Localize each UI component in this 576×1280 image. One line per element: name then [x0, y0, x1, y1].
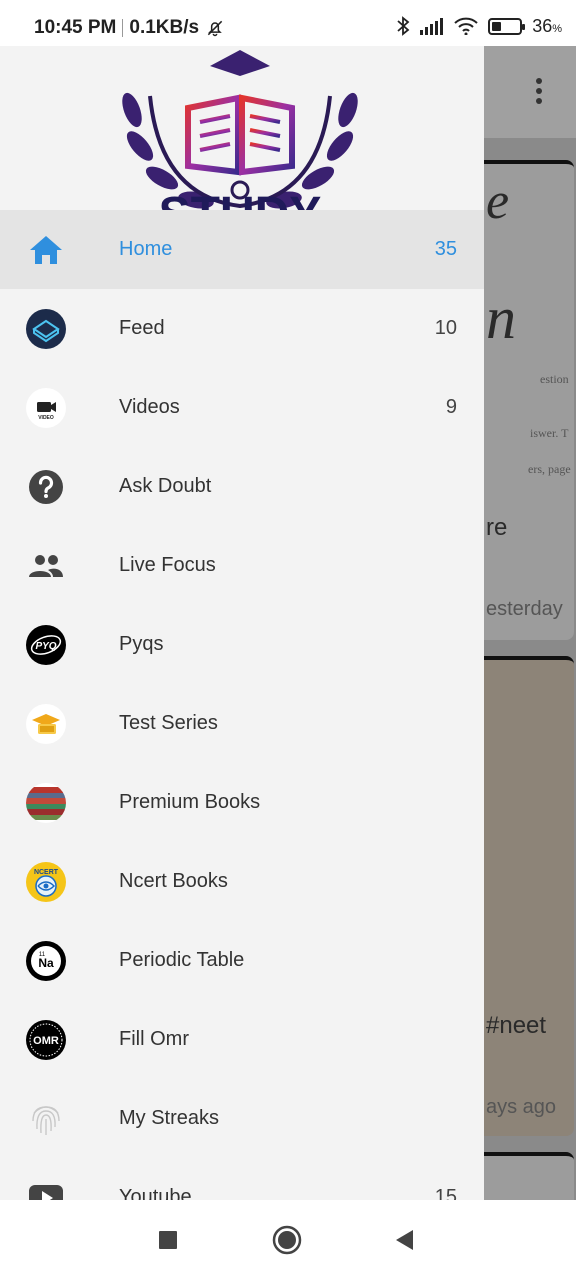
menu-label: Feed: [119, 317, 165, 339]
menu-item-live-focus[interactable]: Live Focus: [0, 526, 484, 605]
drawer-header: STUDY: [0, 46, 484, 210]
status-time: 10:45 PM: [34, 17, 117, 38]
menu-label: Videos: [119, 396, 180, 418]
battery-percent: 36%: [532, 15, 562, 36]
books-icon: [25, 782, 67, 824]
background-text: ays ago: [486, 1096, 557, 1118]
menu-item-my-streaks[interactable]: My Streaks: [0, 1079, 484, 1158]
feed-icon: [25, 308, 67, 350]
back-triangle-icon: [396, 1230, 413, 1250]
menu-item-periodic-table[interactable]: 11 Na Periodic Table: [0, 921, 484, 1000]
menu-label: Youtube: [119, 1186, 192, 1200]
menu-label: Fill Omr: [119, 1028, 189, 1050]
back-button[interactable]: [386, 1222, 422, 1258]
logo-text: STUDY: [159, 188, 322, 210]
drawer-menu: Home 35 Feed 10 VIDEO Videos 9 Ask Doubt…: [0, 210, 484, 1200]
menu-item-videos[interactable]: VIDEO Videos 9: [0, 368, 484, 447]
status-left: 10:45 PM 0.1KB/s: [34, 17, 225, 39]
menu-label: Test Series: [119, 712, 218, 734]
wifi-icon: [454, 17, 478, 35]
menu-label: Ask Doubt: [119, 475, 212, 497]
video-icon-text: VIDEO: [38, 415, 54, 421]
menu-label: Pyqs: [119, 633, 164, 655]
menu-count: 15: [434, 1186, 457, 1200]
omr-icon-text: OMR: [33, 1035, 59, 1047]
fingerprint-icon: [25, 1098, 67, 1140]
bell-off-icon: [207, 20, 223, 37]
menu-item-ncert-books[interactable]: NCERT Ncert Books: [0, 842, 484, 921]
ncert-icon: NCERT: [25, 861, 67, 903]
menu-label: Premium Books: [119, 791, 261, 813]
youtube-icon: [25, 1177, 67, 1200]
menu-item-youtube[interactable]: Youtube 15: [0, 1158, 484, 1200]
menu-item-feed[interactable]: Feed 10: [0, 289, 484, 368]
recents-button[interactable]: [150, 1222, 186, 1258]
periodic-icon-symbol: Na: [38, 956, 54, 970]
background-text: iswer. T: [530, 426, 569, 440]
menu-label: Home: [119, 238, 173, 260]
background-text: ers, page: [528, 462, 571, 476]
menu-count: 9: [445, 396, 457, 418]
people-icon: [25, 545, 67, 587]
pyq-icon: PYQ: [25, 624, 67, 666]
menu-label: Ncert Books: [119, 870, 228, 892]
background-toolbar: [484, 46, 576, 138]
video-icon: VIDEO: [25, 387, 67, 429]
background-card-1: [470, 160, 574, 640]
menu-item-premium-books[interactable]: Premium Books: [0, 763, 484, 842]
background-text: e: [486, 173, 510, 230]
background-text: n: [486, 285, 516, 351]
system-nav-bar: [0, 1200, 576, 1280]
menu-label: Periodic Table: [119, 949, 245, 971]
home-icon: [25, 229, 67, 271]
app-logo: STUDY: [122, 50, 358, 210]
menu-label: Live Focus: [119, 554, 216, 576]
menu-label: My Streaks: [119, 1107, 220, 1129]
background-text: estion: [540, 372, 569, 386]
navigation-drawer: STUDY Home 35 Feed 10 VIDEO Videos 9 Ask…: [0, 46, 484, 1200]
menu-item-pyqs[interactable]: PYQ Pyqs: [0, 605, 484, 684]
test-series-icon: [25, 703, 67, 745]
menu-count: 10: [434, 317, 457, 339]
bluetooth-icon: [397, 16, 410, 36]
battery-icon: [488, 17, 526, 35]
more-options-icon: [536, 78, 542, 104]
menu-item-fill-omr[interactable]: OMR Fill Omr: [0, 1000, 484, 1079]
pyq-icon-text: PYQ: [35, 641, 56, 652]
ncert-icon-text: NCERT: [34, 869, 59, 876]
signal-icon: [420, 18, 444, 35]
background-text: esterday: [486, 598, 563, 620]
background-text: re: [486, 514, 508, 541]
status-separator: [122, 19, 124, 37]
question-icon: [25, 466, 67, 508]
menu-item-ask-doubt[interactable]: Ask Doubt: [0, 447, 484, 526]
menu-item-home[interactable]: Home 35: [0, 210, 484, 289]
menu-count: 35: [434, 238, 457, 260]
network-speed: 0.1KB/s: [129, 17, 200, 38]
status-right: 36%: [396, 15, 562, 37]
status-bar: 10:45 PM 0.1KB/s 36%: [0, 0, 576, 46]
periodic-table-icon: 11 Na: [25, 940, 67, 982]
background-card-2: [470, 656, 574, 1136]
menu-item-test-series[interactable]: Test Series: [0, 684, 484, 763]
home-button[interactable]: [269, 1222, 305, 1258]
circle-icon: [272, 1225, 302, 1255]
background-text: #neet: [486, 1012, 547, 1039]
omr-icon: OMR: [25, 1019, 67, 1061]
square-icon: [159, 1231, 177, 1249]
